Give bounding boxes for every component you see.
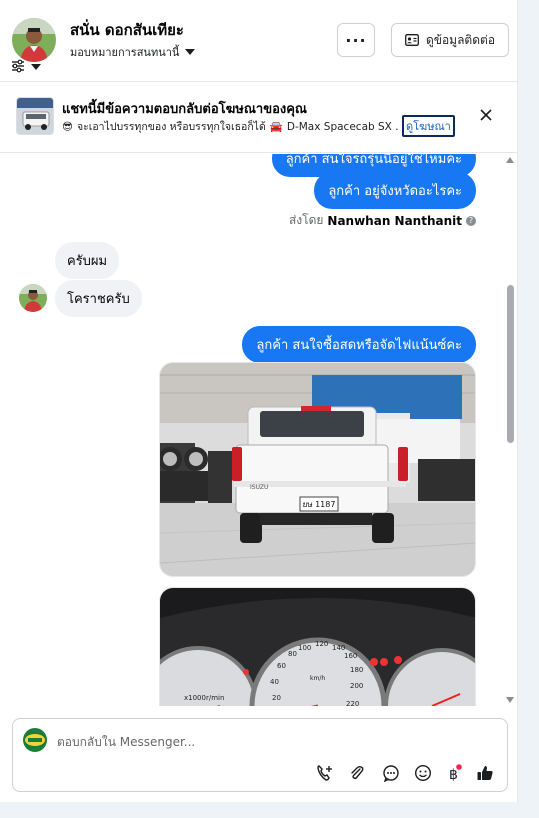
view-ad-link[interactable]: ดูโฆษณา bbox=[402, 115, 455, 137]
image-attachment-truck[interactable]: ยษ 1187 ISUZU bbox=[159, 362, 476, 577]
message-bubble-incoming[interactable]: ครับผม bbox=[55, 242, 120, 279]
emoji-button[interactable] bbox=[413, 763, 433, 783]
speed-tick: 200 bbox=[350, 682, 363, 690]
filter-sliders-icon[interactable] bbox=[10, 58, 26, 74]
ad-subtitle-text: จะเอาไปบรรทุกของ หรือบรรทุกใจเธอก็ได้ bbox=[76, 121, 266, 133]
message-bubble-outgoing[interactable]: ลูกค้า สนใจซื้อสดหรือจัดไฟแน้นซ์คะ bbox=[242, 326, 476, 363]
more-options-button[interactable]: ··· bbox=[337, 23, 375, 57]
message-bubble-outgoing[interactable]: ลูกค้า อยู่จังหวัดอะไรคะ bbox=[314, 172, 476, 209]
svg-text:฿: ฿ bbox=[449, 767, 458, 782]
conversation-header: สนั่น ดอกสันเทียะ มอบหมายการสนทนานี้ ···… bbox=[0, 0, 517, 82]
like-button[interactable] bbox=[475, 763, 495, 783]
view-contact-info-button[interactable]: ดูข้อมูลติดต่อ bbox=[391, 23, 509, 57]
speed-tick: 180 bbox=[350, 666, 363, 674]
image-attachment-dashboard[interactable]: x1000r/min km/h 20 40 60 80 100 120 140 … bbox=[159, 587, 476, 706]
close-icon[interactable] bbox=[478, 107, 494, 123]
speed-tick: 20 bbox=[272, 694, 281, 702]
speed-tick: 120 bbox=[315, 640, 328, 648]
speed-tick: 80 bbox=[288, 650, 297, 658]
thumbs-up-icon bbox=[477, 766, 493, 780]
speed-tick: 140 bbox=[332, 644, 345, 652]
payment-button[interactable]: ฿ bbox=[443, 763, 463, 783]
speed-tick: 160 bbox=[344, 652, 357, 660]
contact-avatar[interactable] bbox=[12, 18, 56, 62]
info-icon[interactable]: ? bbox=[466, 215, 476, 226]
car-emoji-icon: 🚘 bbox=[269, 121, 283, 133]
brand-text: ISUZU bbox=[250, 484, 268, 491]
scroll-thumb[interactable] bbox=[507, 285, 514, 443]
chat-bubble-icon bbox=[383, 765, 399, 782]
contact-info-label: ดูข้อมูลติดต่อ bbox=[425, 32, 496, 47]
sent-by-prefix: ส่งโดย bbox=[288, 213, 324, 227]
contact-name[interactable]: สนั่น ดอกสันเทียะ bbox=[70, 18, 184, 42]
saved-replies-button[interactable] bbox=[381, 763, 401, 783]
speed-tick: 60 bbox=[277, 662, 286, 670]
message-composer: ฿ bbox=[12, 718, 508, 792]
ad-banner-subtitle: 😎 จะเอาไปบรรทุกของ หรือบรรทุกใจเธอก็ได้ … bbox=[62, 118, 398, 135]
attach-button[interactable] bbox=[347, 763, 367, 783]
ad-banner-title: แชทนี้มีข้อความตอบกลับต่อโฆษณาของคุณ bbox=[62, 102, 307, 117]
page-avatar bbox=[23, 728, 47, 752]
assign-conversation-dropdown[interactable]: มอบหมายการสนทนานี้ bbox=[70, 43, 196, 61]
scroll-down-arrow-icon[interactable] bbox=[505, 696, 515, 704]
chevron-down-icon bbox=[185, 49, 196, 55]
baht-currency-icon: ฿ bbox=[449, 764, 462, 782]
smiley-icon bbox=[414, 764, 432, 782]
call-button[interactable] bbox=[315, 763, 335, 783]
kmh-unit-text: km/h bbox=[310, 675, 325, 682]
scroll-up-arrow-icon[interactable] bbox=[505, 156, 515, 164]
sent-by-label: ส่งโดย Nanwhan Nanthanit ? bbox=[289, 211, 476, 230]
contact-avatar-small[interactable] bbox=[19, 284, 47, 312]
paperclip-icon bbox=[351, 765, 364, 780]
plate-text: ยษ 1187 bbox=[303, 500, 336, 509]
message-bubble-incoming[interactable]: โคราชครับ bbox=[55, 280, 142, 317]
ad-reply-banner: แชทนี้มีข้อความตอบกลับต่อโฆษณาของคุณ 😎 จ… bbox=[0, 83, 517, 153]
assign-label: มอบหมายการสนทนานี้ bbox=[70, 46, 180, 59]
more-options-label: ··· bbox=[345, 30, 367, 50]
sent-by-name: Nanwhan Nanthanit bbox=[327, 213, 462, 228]
phone-plus-icon bbox=[317, 765, 332, 781]
ad-subtitle-model: D-Max Spacecab SX ... bbox=[286, 120, 398, 133]
sunglasses-emoji-icon: 😎 bbox=[62, 120, 73, 133]
rpm-unit-text: x1000r/min bbox=[184, 694, 224, 702]
contact-card-icon bbox=[405, 34, 419, 46]
speed-tick: 100 bbox=[298, 644, 311, 652]
ad-thumbnail[interactable] bbox=[16, 97, 54, 135]
message-thread[interactable]: ลูกค้า สนใจรถรุ่นนี้อยู่ใช่ไหมคะ ลูกค้า … bbox=[0, 154, 517, 706]
chevron-down-icon[interactable] bbox=[30, 62, 42, 72]
reply-input[interactable] bbox=[57, 731, 477, 753]
conversation-panel: สนั่น ดอกสันเทียะ มอบหมายการสนทนานี้ ···… bbox=[0, 0, 518, 802]
speed-tick: 220 bbox=[346, 700, 359, 706]
speed-tick: 40 bbox=[270, 678, 279, 686]
